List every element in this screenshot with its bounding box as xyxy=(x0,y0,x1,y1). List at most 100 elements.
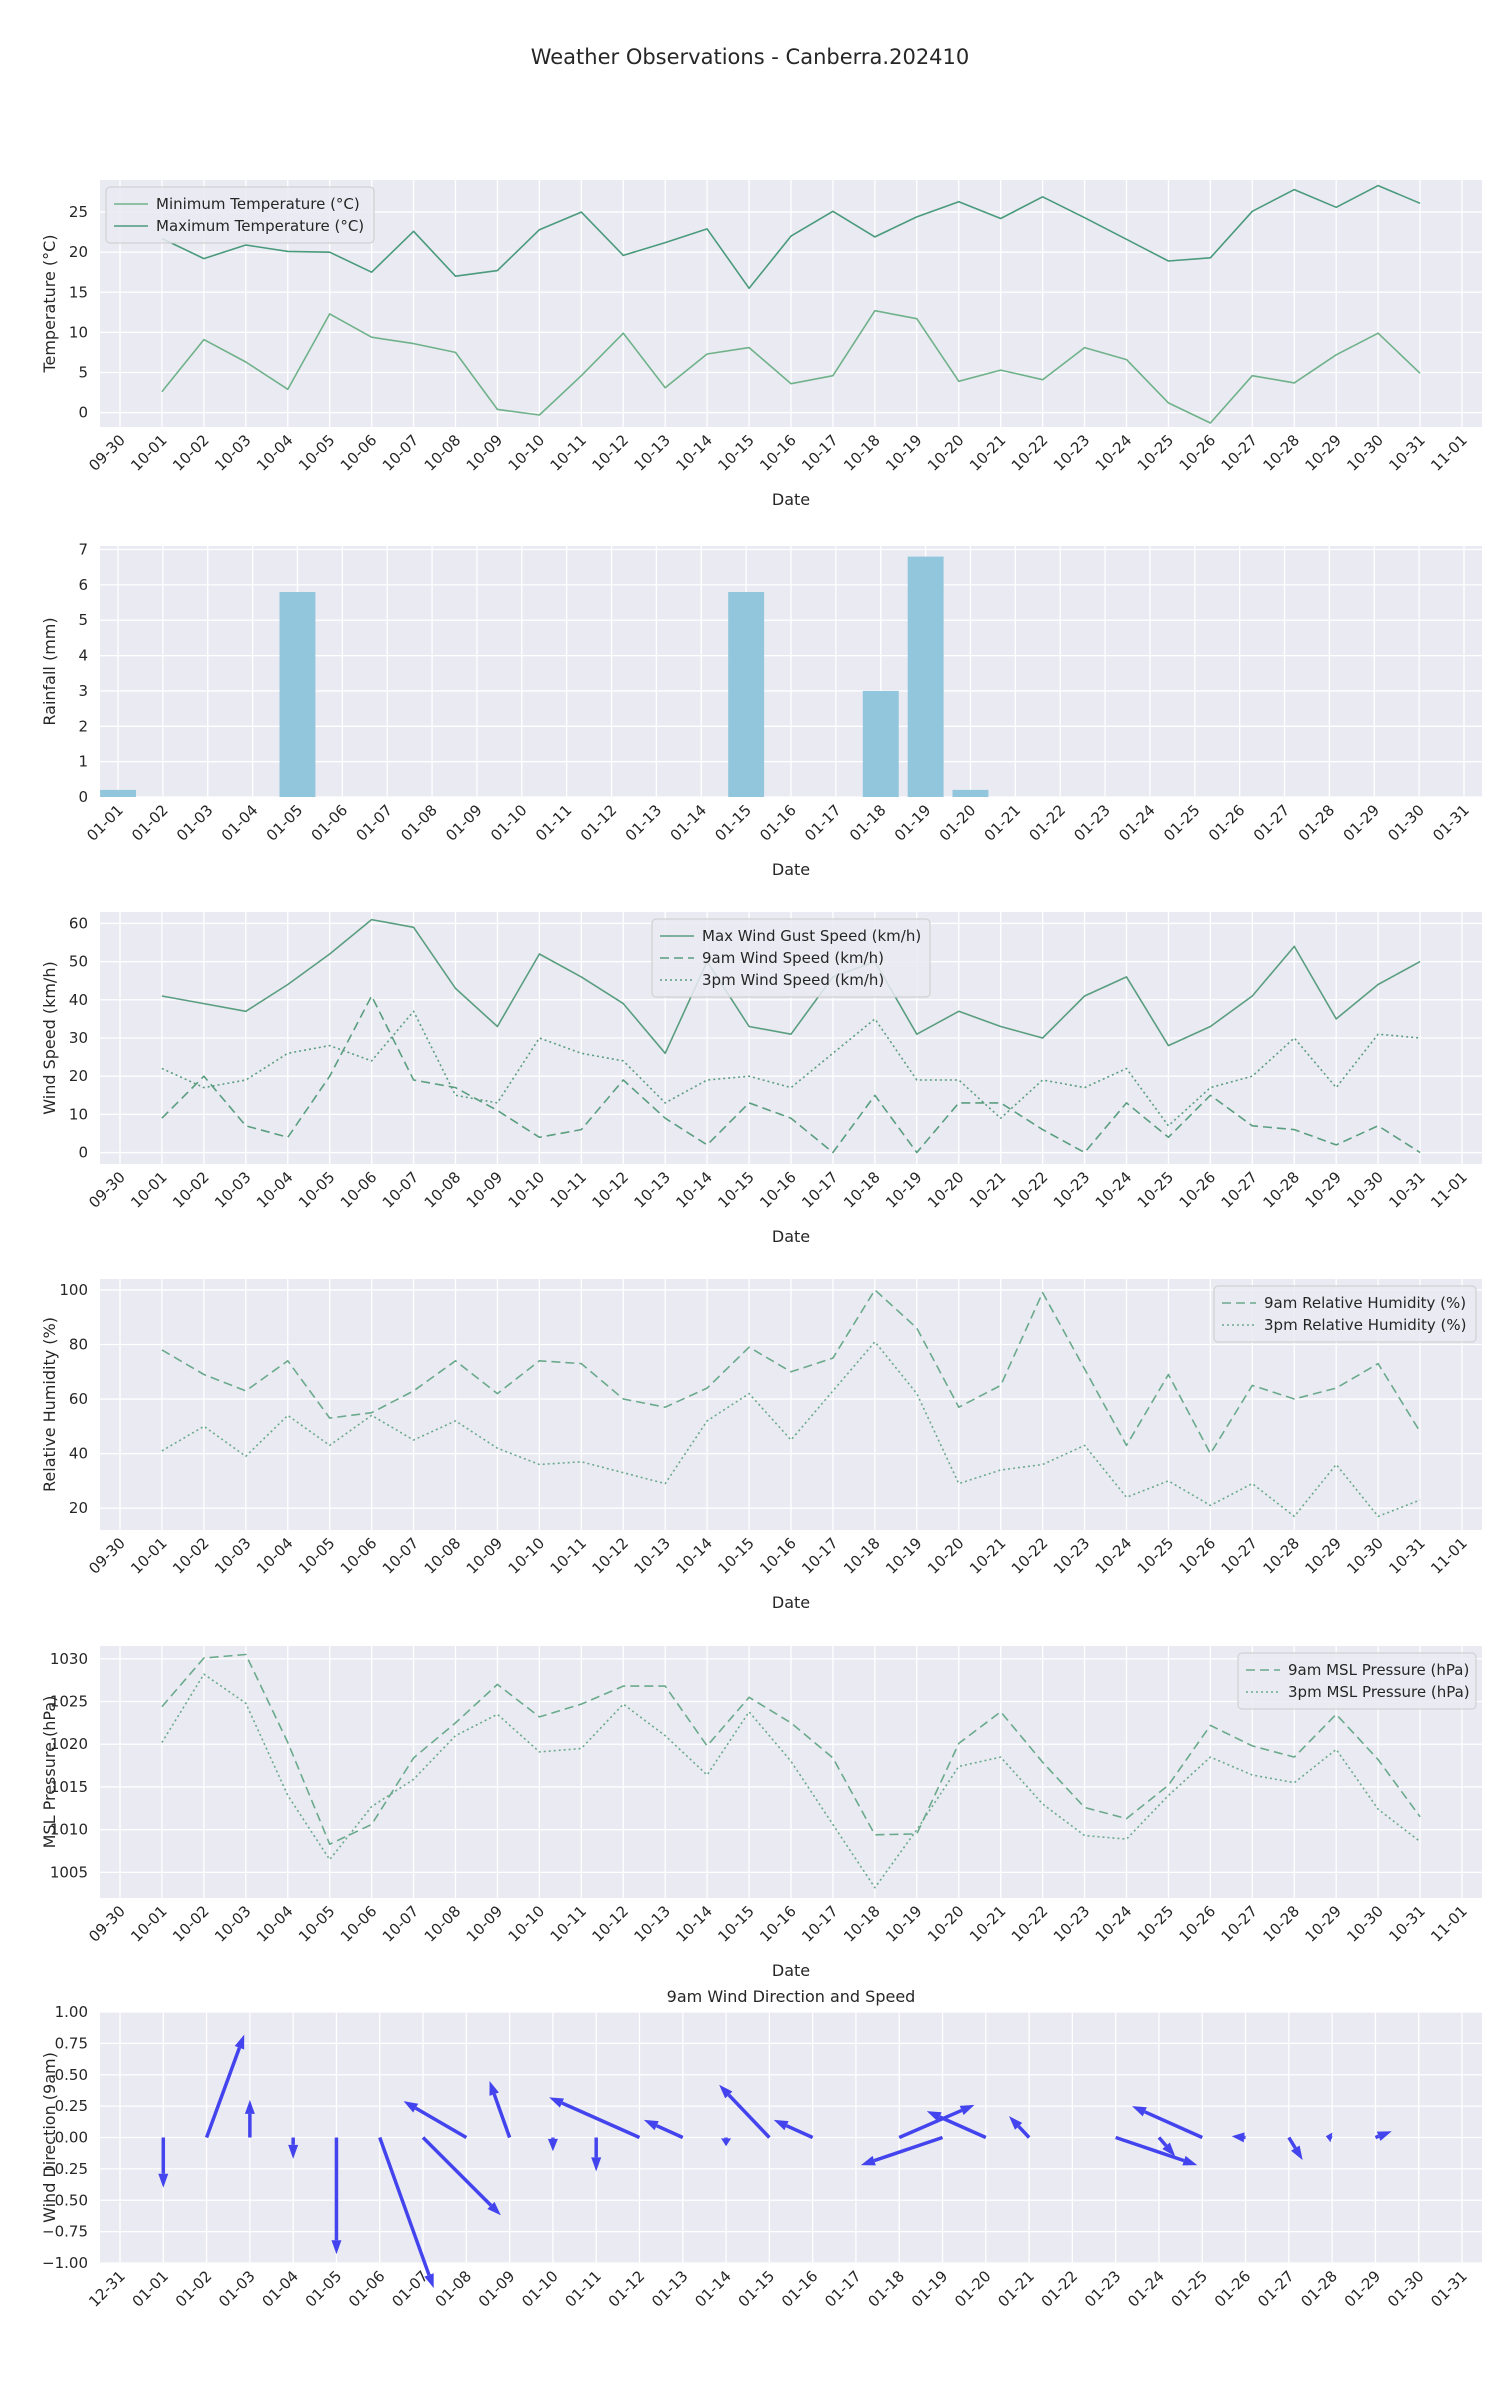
y-tick-label: 15 xyxy=(69,283,88,301)
x-tick-label: 01-27 xyxy=(1254,2267,1298,2311)
x-tick-label: 10-13 xyxy=(630,1902,674,1946)
x-tick-label: 10-02 xyxy=(169,1902,213,1946)
x-tick-label: 01-09 xyxy=(442,801,486,845)
x-tick-label: 11-01 xyxy=(1427,1168,1471,1212)
x-tick-label: 10-29 xyxy=(1301,1534,1345,1578)
y-tick-label: 60 xyxy=(69,914,88,932)
x-tick-label: 01-24 xyxy=(1115,801,1159,845)
x-tick-label: 09-30 xyxy=(85,431,129,475)
x-tick-label: 10-26 xyxy=(1176,1534,1220,1578)
x-tick-label: 10-16 xyxy=(756,1534,800,1578)
x-tick-label: 10-03 xyxy=(211,1168,255,1212)
x-tick-label: 09-30 xyxy=(85,1534,129,1578)
x-tick-label: 10-28 xyxy=(1260,1168,1304,1212)
x-tick-label: 10-06 xyxy=(337,1168,381,1212)
x-tick-label: 01-10 xyxy=(518,2267,562,2311)
x-tick-label: 10-11 xyxy=(547,1534,591,1578)
x-tick-label: 10-22 xyxy=(1008,1168,1052,1212)
x-tick-label: 10-01 xyxy=(127,1168,171,1212)
x-tick-label: 10-31 xyxy=(1385,1902,1429,1946)
x-tick-label: 10-05 xyxy=(295,1168,339,1212)
x-tick-label: 10-30 xyxy=(1343,431,1387,475)
quiver-title: 9am Wind Direction and Speed xyxy=(667,1987,916,2006)
x-tick-label: 10-20 xyxy=(924,431,968,475)
x-tick-label: 10-05 xyxy=(295,431,339,475)
x-tick-label: 10-21 xyxy=(966,431,1010,475)
chart-panel: 01-01 01-02 01-03 01-04 01-05 01-06 01-07 01-08… xyxy=(40,541,1482,879)
x-tick-label: 10-15 xyxy=(714,431,758,475)
x-tick-label: 01-11 xyxy=(532,801,576,845)
x-tick-label: 10-23 xyxy=(1050,1534,1094,1578)
x-tick-label: 10-18 xyxy=(840,1534,884,1578)
x-tick-label: 01-20 xyxy=(936,801,980,845)
legend: 9am Relative Humidity (%) 3pm Relative Hu… xyxy=(1213,1285,1477,1343)
legend: 9am MSL Pressure (hPa) 3pm MSL Pressure (… xyxy=(1237,1652,1477,1710)
x-tick-label: 10-30 xyxy=(1343,1534,1387,1578)
x-tick-label: 10-23 xyxy=(1050,1902,1094,1946)
x-tick-label: 10-01 xyxy=(127,1902,171,1946)
x-tick-label: 01-22 xyxy=(1025,801,1069,845)
x-tick-label: 10-07 xyxy=(379,1168,423,1212)
y-tick-label: 80 xyxy=(69,1335,88,1353)
y-tick-label: 20 xyxy=(69,243,88,261)
x-tick-label: 01-06 xyxy=(345,2267,389,2311)
x-tick-label: 10-12 xyxy=(589,1534,633,1578)
x-tick-label: 01-23 xyxy=(1081,2267,1125,2311)
x-axis-label: Date xyxy=(772,1593,810,1612)
x-tick-label: 10-27 xyxy=(1218,1534,1262,1578)
x-tick-label: 10-26 xyxy=(1176,431,1220,475)
x-tick-label: 10-16 xyxy=(756,431,800,475)
x-tick-label: 01-21 xyxy=(981,801,1025,845)
x-axis-label: Date xyxy=(772,490,810,509)
x-tick-label: 10-27 xyxy=(1218,1168,1262,1212)
x-tick-label: 10-04 xyxy=(253,1902,297,1946)
chart-panel: 09-3010-0110-0210-0310-0410-0510-0610-07… xyxy=(40,1279,1482,1612)
x-tick-label: 10-30 xyxy=(1343,1168,1387,1212)
x-tick-label: 10-10 xyxy=(505,431,549,475)
wind-arrow-shaft xyxy=(1374,2134,1380,2140)
x-tick-label: 10-11 xyxy=(547,1902,591,1946)
x-tick-label: 09-30 xyxy=(85,1168,129,1212)
x-tick-label: 10-25 xyxy=(1134,1534,1178,1578)
x-tick-label: 01-30 xyxy=(1384,801,1428,845)
x-tick-label: 01-08 xyxy=(432,2267,476,2311)
x-tick-label: 10-16 xyxy=(756,1168,800,1212)
x-tick-label: 10-13 xyxy=(630,431,674,475)
x-tick-label: 01-24 xyxy=(1124,2267,1168,2311)
y-axis-label: MSL Pressure (hPa) xyxy=(40,1696,59,1849)
x-tick-label: 10-17 xyxy=(798,431,842,475)
x-tick-label: 01-18 xyxy=(846,801,890,845)
y-tick-label: 0 xyxy=(78,404,88,422)
y-tick-label: −0.75 xyxy=(42,2223,88,2241)
rainfall-bar xyxy=(100,789,136,797)
x-tick-label: 10-08 xyxy=(421,431,465,475)
x-tick-label: 01-16 xyxy=(756,801,800,845)
legend: Minimum Temperature (°C) Maximum Temperat… xyxy=(105,186,375,244)
x-tick-label: 01-27 xyxy=(1250,801,1294,845)
x-tick-label: 10-06 xyxy=(337,1534,381,1578)
legend-entry: 9am MSL Pressure (hPa) xyxy=(1288,1661,1469,1679)
x-tick-label: 10-27 xyxy=(1218,431,1262,475)
x-tick-label: 10-19 xyxy=(882,1902,926,1946)
legend-entry: 3pm Wind Speed (km/h) xyxy=(702,971,884,989)
x-tick-label: 10-15 xyxy=(714,1534,758,1578)
y-axis-label: Rainfall (mm) xyxy=(40,617,59,725)
x-tick-label: 01-02 xyxy=(172,2267,216,2311)
x-tick-label: 10-29 xyxy=(1301,1902,1345,1946)
rainfall-bar xyxy=(728,592,765,797)
y-axis-label: Wind Speed (km/h) xyxy=(40,961,59,1114)
y-tick-label: 10 xyxy=(69,323,88,341)
chart-panel: 09-3010-0110-0210-0310-0410-0510-0610-07… xyxy=(40,180,1482,509)
x-tick-label: 10-25 xyxy=(1134,1902,1178,1946)
x-tick-label: 01-31 xyxy=(1427,2267,1471,2311)
x-tick-label: 10-23 xyxy=(1050,431,1094,475)
x-tick-label: 10-09 xyxy=(463,1902,507,1946)
y-tick-label: 6 xyxy=(78,576,88,594)
x-tick-label: 10-03 xyxy=(211,1902,255,1946)
x-tick-label: 01-26 xyxy=(1211,2267,1255,2311)
x-tick-label: 10-03 xyxy=(211,431,255,475)
x-tick-label: 10-29 xyxy=(1301,431,1345,475)
x-tick-label: 10-04 xyxy=(253,431,297,475)
figure-title: Weather Observations - Canberra.202410 xyxy=(531,45,970,69)
legend-entry: Maximum Temperature (°C) xyxy=(156,217,364,235)
